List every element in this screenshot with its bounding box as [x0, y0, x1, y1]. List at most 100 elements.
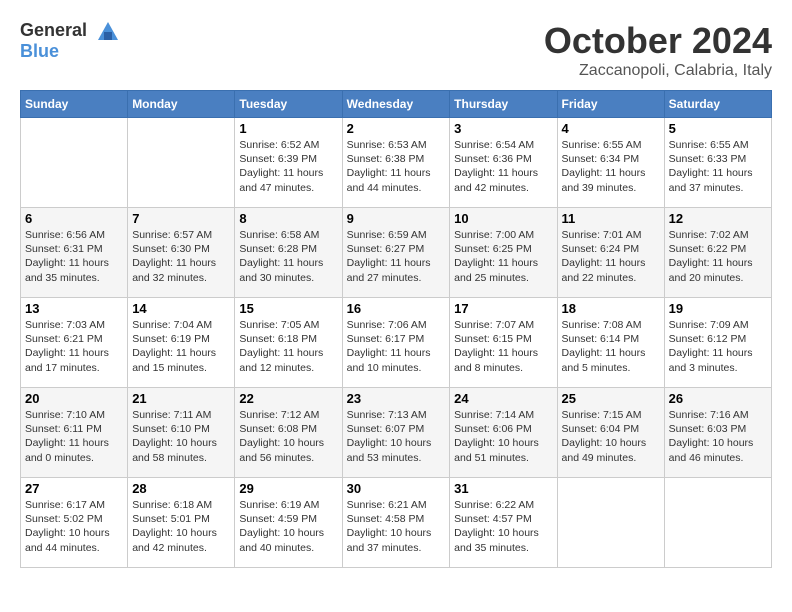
calendar-cell: 5Sunrise: 6:55 AM Sunset: 6:33 PM Daylig…	[664, 118, 771, 208]
calendar-cell: 8Sunrise: 6:58 AM Sunset: 6:28 PM Daylig…	[235, 208, 342, 298]
calendar-cell: 28 Sunrise: 6:18 AM Sunset: 5:01 PM Dayli…	[128, 478, 235, 568]
calendar-cell: 14 Sunrise: 7:04 AM Sunset: 6:19 PM Dayli…	[128, 298, 235, 388]
day-info: Sunrise: 7:06 AM Sunset: 6:17 PM Dayligh…	[347, 318, 446, 375]
calendar-cell: 26 Sunrise: 7:16 AM Sunset: 6:03 PM Dayli…	[664, 388, 771, 478]
logo-icon	[94, 20, 122, 42]
day-number: 25	[562, 391, 660, 406]
calendar-cell: 21Sunrise: 7:11 AM Sunset: 6:10 PM Dayli…	[128, 388, 235, 478]
day-info: Sunrise: 7:04 AM Sunset: 6:19 PM Dayligh…	[132, 318, 230, 375]
calendar-cell: 20 Sunrise: 7:10 AM Sunset: 6:11 PM Dayli…	[21, 388, 128, 478]
day-info: Sunrise: 6:18 AM Sunset: 5:01 PM Dayligh…	[132, 498, 230, 555]
calendar-cell	[21, 118, 128, 208]
calendar-cell: 1 Sunrise: 6:52 AM Sunset: 6:39 PM Daylig…	[235, 118, 342, 208]
day-number: 1	[239, 121, 337, 136]
calendar-table: SundayMondayTuesdayWednesdayThursdayFrid…	[20, 90, 772, 568]
calendar-cell: 2 Sunrise: 6:53 AM Sunset: 6:38 PM Daylig…	[342, 118, 450, 208]
day-info: Sunrise: 6:52 AM Sunset: 6:39 PM Dayligh…	[239, 138, 337, 195]
calendar-cell: 27 Sunrise: 6:17 AM Sunset: 5:02 PM Dayli…	[21, 478, 128, 568]
calendar-cell: 22 Sunrise: 7:12 AM Sunset: 6:08 PM Dayli…	[235, 388, 342, 478]
day-info: Sunrise: 6:53 AM Sunset: 6:38 PM Dayligh…	[347, 138, 446, 195]
day-number: 6	[25, 211, 123, 226]
day-number: 3	[454, 121, 552, 136]
calendar-cell: 18 Sunrise: 7:08 AM Sunset: 6:14 PM Dayli…	[557, 298, 664, 388]
calendar-week-5: 27 Sunrise: 6:17 AM Sunset: 5:02 PM Dayli…	[21, 478, 772, 568]
column-header-saturday: Saturday	[664, 91, 771, 118]
day-info: Sunrise: 7:16 AM Sunset: 6:03 PM Dayligh…	[669, 408, 767, 465]
calendar-cell: 19 Sunrise: 7:09 AM Sunset: 6:12 PM Dayli…	[664, 298, 771, 388]
calendar-cell: 23 Sunrise: 7:13 AM Sunset: 6:07 PM Dayli…	[342, 388, 450, 478]
day-info: Sunrise: 6:55 AM Sunset: 6:34 PM Dayligh…	[562, 138, 660, 195]
calendar-cell: 31 Sunrise: 6:22 AM Sunset: 4:57 PM Dayli…	[450, 478, 557, 568]
calendar-cell	[128, 118, 235, 208]
logo-text: General Blue	[20, 20, 122, 62]
day-number: 31	[454, 481, 552, 496]
calendar-cell	[664, 478, 771, 568]
day-number: 16	[347, 301, 446, 316]
column-header-friday: Friday	[557, 91, 664, 118]
column-header-thursday: Thursday	[450, 91, 557, 118]
day-info: Sunrise: 7:09 AM Sunset: 6:12 PM Dayligh…	[669, 318, 767, 375]
calendar-week-3: 13Sunrise: 7:03 AM Sunset: 6:21 PM Dayli…	[21, 298, 772, 388]
day-number: 23	[347, 391, 446, 406]
day-info: Sunrise: 6:19 AM Sunset: 4:59 PM Dayligh…	[239, 498, 337, 555]
calendar-cell: 7Sunrise: 6:57 AM Sunset: 6:30 PM Daylig…	[128, 208, 235, 298]
calendar-cell: 13Sunrise: 7:03 AM Sunset: 6:21 PM Dayli…	[21, 298, 128, 388]
day-info: Sunrise: 6:59 AM Sunset: 6:27 PM Dayligh…	[347, 228, 446, 285]
day-info: Sunrise: 7:14 AM Sunset: 6:06 PM Dayligh…	[454, 408, 552, 465]
day-number: 27	[25, 481, 123, 496]
day-number: 17	[454, 301, 552, 316]
column-header-tuesday: Tuesday	[235, 91, 342, 118]
calendar-cell: 12 Sunrise: 7:02 AM Sunset: 6:22 PM Dayli…	[664, 208, 771, 298]
day-number: 26	[669, 391, 767, 406]
day-number: 11	[562, 211, 660, 226]
day-info: Sunrise: 6:22 AM Sunset: 4:57 PM Dayligh…	[454, 498, 552, 555]
calendar-header-row: SundayMondayTuesdayWednesdayThursdayFrid…	[21, 91, 772, 118]
day-info: Sunrise: 6:54 AM Sunset: 6:36 PM Dayligh…	[454, 138, 552, 195]
calendar-week-2: 6 Sunrise: 6:56 AM Sunset: 6:31 PM Daylig…	[21, 208, 772, 298]
day-info: Sunrise: 7:12 AM Sunset: 6:08 PM Dayligh…	[239, 408, 337, 465]
calendar-cell: 15 Sunrise: 7:05 AM Sunset: 6:18 PM Dayli…	[235, 298, 342, 388]
calendar-cell: 30 Sunrise: 6:21 AM Sunset: 4:58 PM Dayli…	[342, 478, 450, 568]
day-info: Sunrise: 6:58 AM Sunset: 6:28 PM Dayligh…	[239, 228, 337, 285]
day-info: Sunrise: 7:02 AM Sunset: 6:22 PM Dayligh…	[669, 228, 767, 285]
day-number: 20	[25, 391, 123, 406]
calendar-cell: 24 Sunrise: 7:14 AM Sunset: 6:06 PM Dayli…	[450, 388, 557, 478]
month-title: October 2024	[544, 20, 772, 62]
day-number: 5	[669, 121, 767, 136]
day-number: 9	[347, 211, 446, 226]
calendar-cell: 29 Sunrise: 6:19 AM Sunset: 4:59 PM Dayli…	[235, 478, 342, 568]
day-info: Sunrise: 7:00 AM Sunset: 6:25 PM Dayligh…	[454, 228, 552, 285]
title-section: October 2024 Zaccanopoli, Calabria, Ital…	[544, 20, 772, 80]
day-number: 18	[562, 301, 660, 316]
day-info: Sunrise: 7:05 AM Sunset: 6:18 PM Dayligh…	[239, 318, 337, 375]
day-number: 2	[347, 121, 446, 136]
calendar-cell: 9 Sunrise: 6:59 AM Sunset: 6:27 PM Daylig…	[342, 208, 450, 298]
calendar-cell	[557, 478, 664, 568]
calendar-week-1: 1 Sunrise: 6:52 AM Sunset: 6:39 PM Daylig…	[21, 118, 772, 208]
day-info: Sunrise: 7:01 AM Sunset: 6:24 PM Dayligh…	[562, 228, 660, 285]
day-number: 30	[347, 481, 446, 496]
day-info: Sunrise: 7:08 AM Sunset: 6:14 PM Dayligh…	[562, 318, 660, 375]
day-info: Sunrise: 7:10 AM Sunset: 6:11 PM Dayligh…	[25, 408, 123, 465]
day-number: 19	[669, 301, 767, 316]
day-number: 14	[132, 301, 230, 316]
column-header-monday: Monday	[128, 91, 235, 118]
calendar-cell: 17 Sunrise: 7:07 AM Sunset: 6:15 PM Dayli…	[450, 298, 557, 388]
day-info: Sunrise: 6:21 AM Sunset: 4:58 PM Dayligh…	[347, 498, 446, 555]
day-info: Sunrise: 6:56 AM Sunset: 6:31 PM Dayligh…	[25, 228, 123, 285]
day-info: Sunrise: 7:15 AM Sunset: 6:04 PM Dayligh…	[562, 408, 660, 465]
day-number: 22	[239, 391, 337, 406]
day-number: 29	[239, 481, 337, 496]
day-number: 24	[454, 391, 552, 406]
page-header: General Blue October 2024 Zaccanopoli, C…	[20, 20, 772, 80]
logo: General Blue	[20, 20, 122, 62]
day-info: Sunrise: 6:17 AM Sunset: 5:02 PM Dayligh…	[25, 498, 123, 555]
day-info: Sunrise: 7:07 AM Sunset: 6:15 PM Dayligh…	[454, 318, 552, 375]
day-number: 12	[669, 211, 767, 226]
day-info: Sunrise: 6:57 AM Sunset: 6:30 PM Dayligh…	[132, 228, 230, 285]
day-number: 28	[132, 481, 230, 496]
column-header-sunday: Sunday	[21, 91, 128, 118]
day-info: Sunrise: 7:13 AM Sunset: 6:07 PM Dayligh…	[347, 408, 446, 465]
calendar-week-4: 20 Sunrise: 7:10 AM Sunset: 6:11 PM Dayli…	[21, 388, 772, 478]
day-number: 15	[239, 301, 337, 316]
